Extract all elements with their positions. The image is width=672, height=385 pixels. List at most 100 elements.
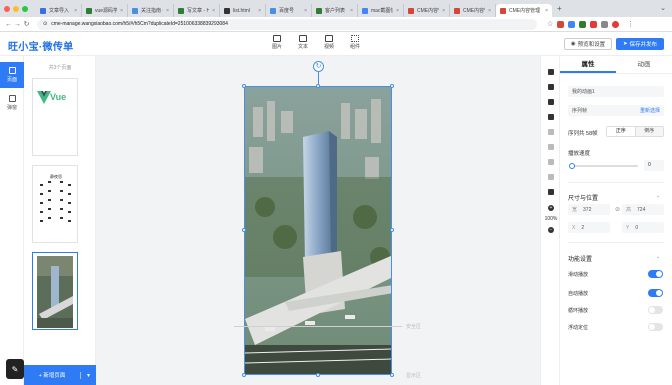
reload-icon[interactable]: ↻ — [22, 20, 31, 28]
rail-item-label: 弹窗 — [6, 105, 17, 111]
browser-tab[interactable]: 写文章 - H5× — [174, 4, 220, 17]
page-thumbnail-1[interactable]: Vue — [32, 78, 78, 156]
profile-avatar[interactable] — [612, 20, 620, 28]
close-tab-icon[interactable]: × — [488, 8, 491, 14]
extension-icon[interactable] — [557, 20, 565, 28]
close-window-button[interactable] — [4, 5, 10, 12]
link-ratio-icon[interactable]: ⊘ — [615, 206, 620, 213]
close-tab-icon[interactable]: × — [545, 8, 548, 14]
minimize-window-button[interactable] — [13, 5, 19, 12]
resize-handle[interactable] — [242, 373, 246, 377]
browser-tab[interactable]: 关注指南 - 百× — [128, 4, 174, 17]
resize-handle[interactable] — [316, 84, 320, 88]
browser-tab[interactable]: 文章导入 × — [36, 4, 82, 17]
zoom-out-icon[interactable]: − — [548, 227, 554, 233]
close-tab-icon[interactable]: × — [212, 8, 215, 14]
zoom-in-icon[interactable]: + — [548, 205, 554, 211]
page-thumbnail-3[interactable] — [32, 252, 78, 330]
browser-menu-icon[interactable]: ⋮ — [627, 20, 634, 28]
close-tab-icon[interactable]: × — [304, 8, 307, 14]
close-tab-icon[interactable]: × — [166, 8, 169, 14]
close-tab-icon[interactable]: × — [120, 8, 123, 14]
url-field[interactable]: ⊙ cme-manage.wangxiaobao.com/h5/#/h5Cm?d… — [37, 18, 537, 30]
selected-image-element[interactable] — [244, 86, 392, 375]
extension-icon[interactable] — [590, 20, 598, 28]
browser-tab[interactable]: CME内容管× — [450, 4, 496, 17]
resize-handle[interactable] — [390, 228, 394, 232]
browser-tab[interactable]: CME内容管× — [404, 4, 450, 17]
order-forward-option[interactable]: 正序 — [607, 127, 636, 136]
insert-image-button[interactable]: 图片 — [271, 35, 283, 50]
resize-handle[interactable] — [390, 373, 394, 377]
autoplay-switch[interactable] — [648, 289, 663, 297]
chevron-down-icon[interactable]: ▾ — [80, 371, 96, 379]
back-icon[interactable]: ← — [4, 21, 13, 28]
tab-properties[interactable]: 属性 — [560, 56, 616, 73]
rotate-handle-icon[interactable]: ↻ — [313, 61, 324, 72]
loop-switch[interactable] — [648, 306, 663, 314]
insert-component-button[interactable]: 组件 — [349, 35, 361, 50]
save-publish-button[interactable]: ➤ 保存并发布 — [616, 38, 664, 50]
close-tab-icon[interactable]: × — [258, 8, 261, 14]
bookmark-star-icon[interactable]: ☆ — [547, 20, 553, 28]
extensions-puzzle-icon[interactable] — [601, 20, 609, 28]
chevron-down-icon[interactable]: ⌄ — [656, 254, 660, 260]
close-tab-icon[interactable]: × — [350, 8, 353, 14]
tab-animation[interactable]: 动画 — [616, 56, 672, 73]
close-tab-icon[interactable]: × — [442, 8, 445, 14]
resize-handle[interactable] — [390, 84, 394, 88]
forward-icon[interactable]: → — [13, 21, 22, 28]
insert-text-button[interactable]: 文本 — [297, 35, 309, 50]
new-tab-button[interactable]: + — [557, 4, 562, 13]
sequence-field[interactable]: 序列帧 重新选择 — [568, 105, 664, 116]
bring-forward-icon[interactable] — [548, 144, 554, 150]
add-page-button[interactable]: + 新增页面 ▾ — [24, 365, 96, 385]
lock-icon[interactable] — [548, 174, 554, 180]
redo-icon[interactable] — [548, 99, 554, 105]
maximize-window-button[interactable] — [22, 5, 28, 12]
rail-item-pages[interactable]: 页面 — [0, 62, 24, 88]
extension-icon[interactable] — [579, 20, 587, 28]
rail-item-popup[interactable]: 弹窗 — [0, 90, 24, 116]
element-name-field[interactable]: 我的动画1 — [568, 86, 664, 97]
reselect-link[interactable]: 重新选择 — [640, 107, 660, 114]
close-tab-icon[interactable]: × — [74, 8, 77, 14]
browser-tab[interactable]: vue源码学习× — [82, 4, 128, 17]
page-thumbnail-2[interactable]: 静夜思 — [32, 165, 78, 243]
speed-slider-handle[interactable] — [569, 163, 575, 169]
browser-tab[interactable]: list.html × — [220, 4, 266, 17]
speed-value-input[interactable]: 0 — [644, 160, 664, 171]
height-field[interactable]: 高 724 — [622, 204, 664, 215]
width-field[interactable]: 宽 372 — [568, 204, 610, 215]
edit-icon[interactable]: ✎ — [6, 359, 24, 379]
extension-icon[interactable] — [568, 20, 576, 28]
undo-icon[interactable] — [548, 84, 554, 90]
browser-tab[interactable]: mac截图快 × — [358, 4, 404, 17]
editor-canvas[interactable]: ↻ 安全区 显示区 — [96, 56, 610, 385]
insert-video-button[interactable]: 视频 — [323, 35, 335, 50]
send-backward-icon[interactable] — [548, 159, 554, 165]
y-field[interactable]: Y 0 — [622, 222, 664, 233]
page-list: 共3个页面 Vue 1 静夜思 2 — [24, 56, 111, 385]
align-icon[interactable] — [548, 129, 554, 135]
page-icon — [8, 67, 16, 74]
speed-slider-track[interactable] — [570, 165, 638, 167]
tab-search-icon[interactable]: ⌄ — [660, 4, 666, 12]
chevron-down-icon[interactable]: ⌄ — [656, 193, 660, 199]
resize-handle[interactable] — [242, 228, 246, 232]
resize-handle[interactable] — [316, 373, 320, 377]
site-info-icon[interactable]: ⊙ — [43, 21, 47, 27]
browser-tab[interactable]: 百度号 × — [266, 4, 312, 17]
preview-settings-button[interactable]: ◉ 预览和设置 — [564, 38, 612, 50]
browser-tab[interactable]: CME内容管理 × — [496, 4, 552, 17]
browser-tab[interactable]: 客户列表 × — [312, 4, 358, 17]
order-reverse-option[interactable]: 倒序 — [635, 127, 663, 136]
close-tab-icon[interactable]: × — [396, 8, 399, 14]
copy-icon[interactable] — [548, 114, 554, 120]
layers-icon[interactable] — [548, 69, 554, 75]
float-position-switch[interactable] — [648, 323, 663, 331]
resize-handle[interactable] — [242, 84, 246, 88]
delete-icon[interactable] — [548, 189, 554, 195]
slide-play-switch[interactable] — [648, 270, 663, 278]
x-field[interactable]: X 2 — [568, 222, 610, 233]
